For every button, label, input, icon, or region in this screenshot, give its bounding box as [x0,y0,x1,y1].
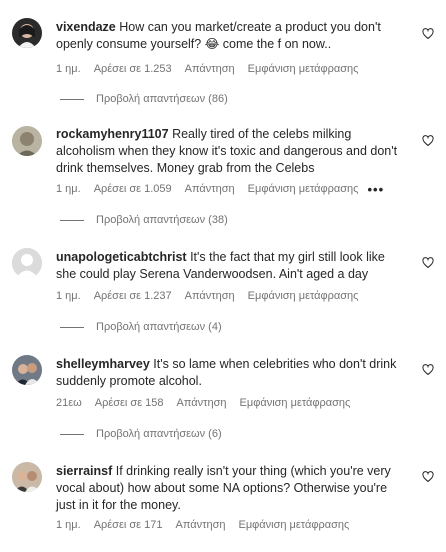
see-translation-button[interactable]: Εμφάνιση μετάφρασης [238,519,349,531]
like-count[interactable]: Αρέσει σε 171 [94,519,163,531]
comment-meta: 1 ημ. Αρέσει σε 171 Απάντηση Εμφάνιση με… [56,517,362,533]
replies-divider-line [60,433,84,435]
comment-username[interactable]: shelleymharvey [56,357,150,371]
like-heart-icon[interactable] [422,471,434,483]
view-replies-label: Προβολή απαντήσεων (38) [96,214,228,226]
avatar[interactable] [12,18,42,48]
see-translation-button[interactable]: Εμφάνιση μετάφρασης [248,183,359,195]
avatar[interactable] [12,126,42,156]
avatar[interactable] [12,248,42,278]
more-options-icon[interactable]: ••• [367,182,384,197]
avatar-image [12,355,42,385]
view-replies-label: Προβολή απαντήσεων (6) [96,428,222,440]
comment-text-block: vixendaze How can you market/create a pr… [56,19,406,53]
comment-text-block: shelleymharvey It's so lame when celebri… [56,356,406,390]
like-count[interactable]: Αρέσει σε 1.237 [94,290,172,302]
comment-username[interactable]: vixendaze [56,20,116,34]
comment-age: 1 ημ. [56,519,81,531]
like-count[interactable]: Αρέσει σε 158 [95,397,164,409]
reply-button[interactable]: Απάντηση [185,290,235,302]
reply-button[interactable]: Απάντηση [177,397,227,409]
avatar-image [12,462,42,492]
view-replies-label: Προβολή απαντήσεων (4) [96,321,222,333]
see-translation-button[interactable]: Εμφάνιση μετάφρασης [240,397,351,409]
comment-text-block: unapologeticabtchrist It's the fact that… [56,249,406,283]
avatar-image [12,18,42,48]
reply-button[interactable]: Απάντηση [185,63,235,75]
replies-divider-line [60,98,84,100]
comment-text-block: sierrainsf If drinking really isn't your… [56,463,406,514]
see-translation-button[interactable]: Εμφάνιση μετάφρασης [248,63,359,75]
like-count[interactable]: Αρέσει σε 1.253 [94,63,172,75]
comment-username[interactable]: rockamyhenry1107 [56,127,169,141]
like-heart-icon[interactable] [422,257,434,269]
view-replies-button[interactable]: Προβολή απαντήσεων (4) [60,320,222,334]
replies-divider-line [60,219,84,221]
comment-age: 21εω [56,397,82,409]
view-replies-button[interactable]: Προβολή απαντήσεων (6) [60,427,222,441]
like-heart-icon[interactable] [422,28,434,40]
replies-divider-line [60,326,84,328]
comment-age: 1 ημ. [56,290,81,302]
view-replies-label: Προβολή απαντήσεων (86) [96,93,228,105]
like-heart-icon[interactable] [422,135,434,147]
comment-meta: 1 ημ. Αρέσει σε 1.253 Απάντηση Εμφάνιση … [56,61,371,77]
default-avatar-icon [12,248,42,278]
comment-text-block: rockamyhenry1107 Really tired of the cel… [56,126,406,177]
avatar[interactable] [12,462,42,492]
comment-meta: 1 ημ. Αρέσει σε 1.059 Απάντηση Εμφάνιση … [56,181,397,197]
like-count[interactable]: Αρέσει σε 1.059 [94,183,172,195]
comment-meta: 1 ημ. Αρέσει σε 1.237 Απάντηση Εμφάνιση … [56,288,371,304]
comment-username[interactable]: unapologeticabtchrist [56,250,187,264]
comment-age: 1 ημ. [56,63,81,75]
comment-meta: 21εω Αρέσει σε 158 Απάντηση Εμφάνιση μετ… [56,395,363,411]
see-translation-button[interactable]: Εμφάνιση μετάφρασης [248,290,359,302]
reply-button[interactable]: Απάντηση [185,183,235,195]
avatar[interactable] [12,355,42,385]
comment-age: 1 ημ. [56,183,81,195]
avatar-image [12,126,42,156]
view-replies-button[interactable]: Προβολή απαντήσεων (38) [60,213,228,227]
view-replies-button[interactable]: Προβολή απαντήσεων (86) [60,92,228,106]
comment-username[interactable]: sierrainsf [56,464,112,478]
reply-button[interactable]: Απάντηση [175,519,225,531]
like-heart-icon[interactable] [422,364,434,376]
